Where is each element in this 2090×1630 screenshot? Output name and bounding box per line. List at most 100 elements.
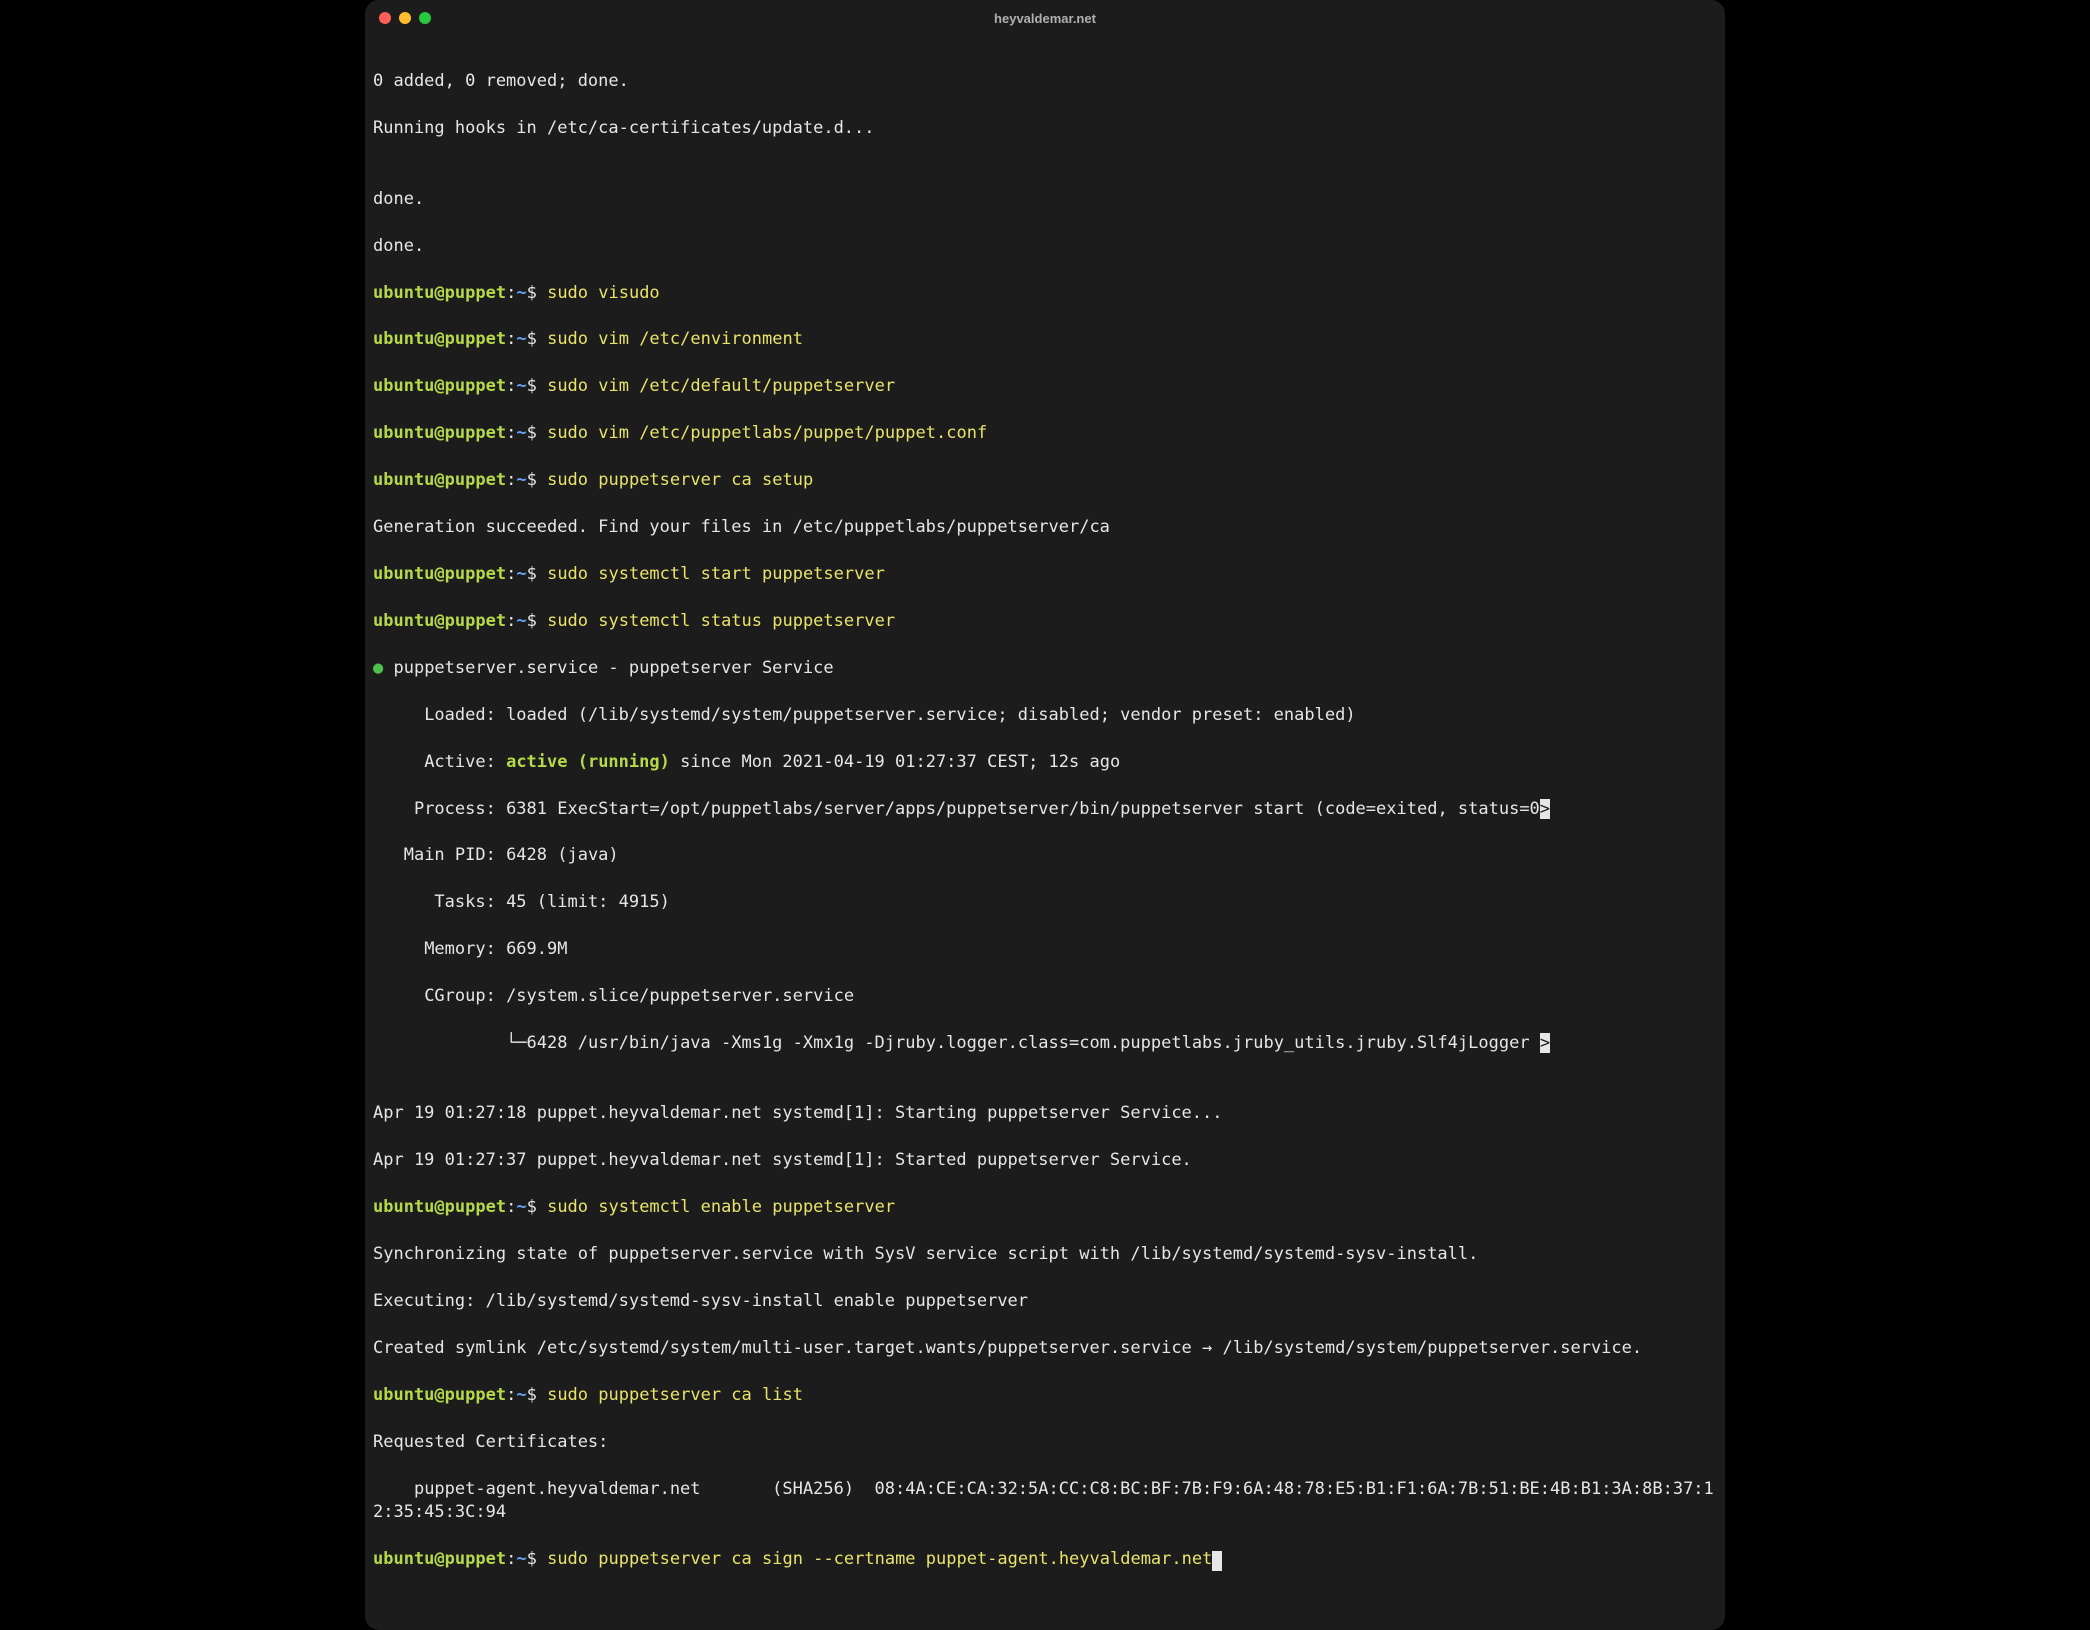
command-text: sudo systemctl enable puppetserver [547,1197,895,1217]
prompt-host: puppet [445,283,506,303]
output-line: Loaded: loaded (/lib/systemd/system/pupp… [373,705,1356,725]
prompt-dollar: $ [527,470,547,490]
prompt-dollar: $ [527,329,547,349]
prompt-dollar: $ [527,283,547,303]
prompt-colon: : [506,283,516,303]
output-line: since Mon 2021-04-19 01:27:37 CEST; 12s … [670,752,1120,772]
prompt-colon: : [506,1549,516,1569]
prompt-host: puppet [445,423,506,443]
terminal-output[interactable]: 0 added, 0 removed; done. Running hooks … [365,37,1725,1630]
cgroup-tree-icon: └─ [373,1033,527,1053]
prompt-dollar: $ [527,1549,547,1569]
window-controls [365,12,431,24]
command-text: sudo systemctl start puppetserver [547,564,885,584]
prompt-dollar: $ [527,376,547,396]
prompt-at: @ [434,470,444,490]
output-line: 0 added, 0 removed; done. [373,71,629,91]
prompt-at: @ [434,564,444,584]
prompt-user: ubuntu [373,611,434,631]
output-line: Main PID: 6428 (java) [373,845,619,865]
prompt-host: puppet [445,1385,506,1405]
prompt-user: ubuntu [373,376,434,396]
output-line: Requested Certificates: [373,1432,608,1452]
output-line: done. [373,189,424,209]
prompt-at: @ [434,611,444,631]
output-line: Memory: 669.9M [373,939,567,959]
output-line: Executing: /lib/systemd/systemd-sysv-ins… [373,1291,1028,1311]
prompt-dollar: $ [527,564,547,584]
output-line: Synchronizing state of puppetserver.serv… [373,1244,1478,1264]
prompt-path: ~ [516,329,526,349]
prompt-colon: : [506,1197,516,1217]
prompt-path: ~ [516,376,526,396]
prompt-host: puppet [445,470,506,490]
prompt-user: ubuntu [373,283,434,303]
output-line: Tasks: 45 (limit: 4915) [373,892,670,912]
maximize-icon[interactable] [419,12,431,24]
command-text: sudo puppetserver ca sign --certname pup… [547,1549,1212,1569]
output-line: Active: [373,752,506,772]
prompt-user: ubuntu [373,423,434,443]
prompt-colon: : [506,423,516,443]
prompt-dollar: $ [527,611,547,631]
terminal-window: heyvaldemar.net 0 added, 0 removed; done… [365,0,1725,1630]
prompt-at: @ [434,1197,444,1217]
prompt-at: @ [434,1549,444,1569]
prompt-path: ~ [516,1385,526,1405]
output-line: Running hooks in /etc/ca-certificates/up… [373,118,875,138]
minimize-icon[interactable] [399,12,411,24]
output-line: Process: 6381 ExecStart=/opt/puppetlabs/… [373,799,1540,819]
prompt-colon: : [506,376,516,396]
prompt-path: ~ [516,611,526,631]
prompt-user: ubuntu [373,1197,434,1217]
status-active: active (running) [506,752,670,772]
prompt-path: ~ [516,1549,526,1569]
prompt-host: puppet [445,329,506,349]
prompt-at: @ [434,283,444,303]
prompt-at: @ [434,329,444,349]
output-line: Generation succeeded. Find your files in… [373,517,1110,537]
prompt-colon: : [506,470,516,490]
prompt-at: @ [434,1385,444,1405]
prompt-user: ubuntu [373,564,434,584]
output-line: CGroup: /system.slice/puppetserver.servi… [373,986,854,1006]
truncation-indicator-icon: > [1540,1033,1550,1053]
command-text: sudo puppetserver ca setup [547,470,813,490]
truncation-indicator-icon: > [1540,799,1550,819]
prompt-host: puppet [445,376,506,396]
output-line: done. [373,236,424,256]
command-text: sudo systemctl status puppetserver [547,611,895,631]
window-title: heyvaldemar.net [365,11,1725,26]
command-text: sudo puppetserver ca list [547,1385,803,1405]
output-line: Apr 19 01:27:18 puppet.heyvaldemar.net s… [373,1103,1223,1123]
prompt-at: @ [434,376,444,396]
prompt-user: ubuntu [373,470,434,490]
prompt-host: puppet [445,564,506,584]
prompt-path: ~ [516,283,526,303]
output-line: 6428 /usr/bin/java -Xms1g -Xmx1g -Djruby… [527,1033,1540,1053]
command-text: sudo visudo [547,283,660,303]
prompt-colon: : [506,611,516,631]
prompt-dollar: $ [527,1197,547,1217]
command-text: sudo vim /etc/puppetlabs/puppet/puppet.c… [547,423,987,443]
prompt-path: ~ [516,1197,526,1217]
prompt-path: ~ [516,564,526,584]
prompt-dollar: $ [527,423,547,443]
cursor-icon [1212,1551,1222,1571]
output-line: puppet-agent.heyvaldemar.net (SHA256) 08… [373,1479,1714,1522]
prompt-colon: : [506,564,516,584]
prompt-host: puppet [445,611,506,631]
output-line: puppetserver.service - puppetserver Serv… [393,658,833,678]
prompt-at: @ [434,423,444,443]
command-text: sudo vim /etc/default/puppetserver [547,376,895,396]
prompt-colon: : [506,1385,516,1405]
prompt-host: puppet [445,1549,506,1569]
prompt-user: ubuntu [373,1549,434,1569]
status-bullet-icon: ● [373,658,393,678]
output-line: Apr 19 01:27:37 puppet.heyvaldemar.net s… [373,1150,1192,1170]
prompt-path: ~ [516,470,526,490]
prompt-user: ubuntu [373,1385,434,1405]
prompt-colon: : [506,329,516,349]
prompt-host: puppet [445,1197,506,1217]
close-icon[interactable] [379,12,391,24]
